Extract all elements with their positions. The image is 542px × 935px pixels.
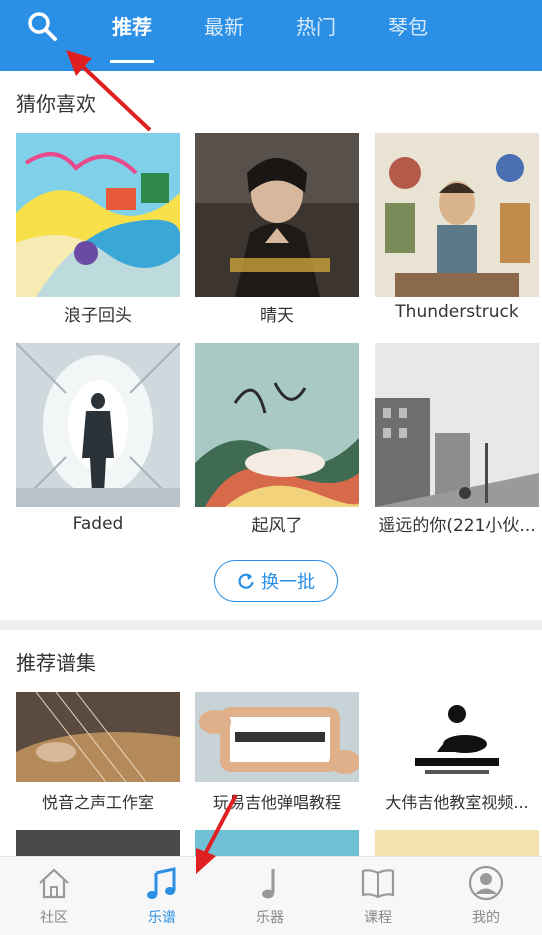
- collection-cover: [375, 692, 539, 782]
- song-card[interactable]: Thunderstruck: [375, 133, 539, 323]
- album-cover: [195, 133, 359, 297]
- tab-hot[interactable]: 热门: [296, 14, 336, 40]
- section-title-guess: 猜你喜欢: [16, 92, 96, 116]
- nav-label: 乐谱: [148, 910, 176, 926]
- collection-cover: [16, 692, 180, 782]
- refresh-icon: [238, 573, 254, 589]
- song-title: 晴天: [260, 306, 294, 326]
- song-title: 浪子回头: [64, 306, 132, 326]
- nav-profile[interactable]: 我的: [432, 857, 540, 935]
- refresh-button[interactable]: 换一批: [214, 560, 338, 602]
- top-bar: 推荐 最新 热门 琴包: [0, 0, 542, 71]
- song-card[interactable]: 浪子回头: [16, 133, 180, 327]
- active-tab-indicator: [110, 60, 154, 63]
- tab-latest[interactable]: 最新: [204, 14, 244, 40]
- nav-label: 乐器: [256, 910, 284, 926]
- collection-cover-partial: [375, 830, 539, 856]
- album-cover: [16, 133, 180, 297]
- section-divider: [0, 620, 542, 630]
- guitar-note-icon: [262, 869, 275, 899]
- album-cover: [195, 343, 359, 507]
- collection-card[interactable]: 玩易吉他弹唱教程: [195, 692, 359, 814]
- tab-guitar-pack[interactable]: 琴包: [388, 14, 428, 40]
- nav-community[interactable]: 社区: [0, 857, 108, 935]
- collection-card[interactable]: 大伟吉他教室视频...: [375, 692, 539, 814]
- home-icon: [39, 868, 69, 899]
- nav-courses[interactable]: 课程: [324, 857, 432, 935]
- song-card[interactable]: Faded: [16, 343, 180, 535]
- album-cover: [375, 343, 539, 507]
- collection-title: 大伟吉他教室视频...: [385, 793, 529, 812]
- bottom-nav: 社区 乐谱 乐器 课程 我的: [0, 856, 542, 935]
- album-cover: [16, 343, 180, 507]
- song-card[interactable]: 起风了: [195, 343, 359, 537]
- collection-cover: [195, 692, 359, 782]
- song-title: Thunderstruck: [395, 302, 519, 322]
- song-title: 遥远的你(221小伙...: [378, 516, 536, 536]
- refresh-label: 换一批: [261, 572, 315, 593]
- tab-recommend[interactable]: 推荐: [112, 14, 152, 40]
- music-note-icon: [147, 867, 176, 899]
- collection-card[interactable]: 悦音之声工作室: [16, 692, 180, 814]
- nav-instruments[interactable]: 乐器: [216, 857, 324, 935]
- nav-label: 我的: [472, 910, 500, 926]
- book-icon: [361, 869, 395, 899]
- song-title: Faded: [72, 514, 124, 534]
- collection-cover-partial: [195, 830, 359, 856]
- nav-sheet-music[interactable]: 乐谱: [108, 857, 216, 935]
- collection-title: 玩易吉他弹唱教程: [212, 793, 341, 812]
- nav-label: 课程: [364, 910, 392, 926]
- profile-icon: [468, 865, 504, 901]
- nav-label: 社区: [40, 910, 68, 926]
- song-card[interactable]: 遥远的你(221小伙...: [375, 343, 539, 537]
- search-button[interactable]: [26, 10, 60, 44]
- song-card[interactable]: 晴天: [195, 133, 359, 327]
- section-title-collections: 推荐谱集: [16, 651, 96, 675]
- collection-cover-partial: [16, 830, 180, 856]
- album-cover: [375, 133, 539, 297]
- collection-title: 悦音之声工作室: [41, 793, 154, 812]
- search-icon: [28, 12, 57, 41]
- song-title: 起风了: [251, 516, 303, 536]
